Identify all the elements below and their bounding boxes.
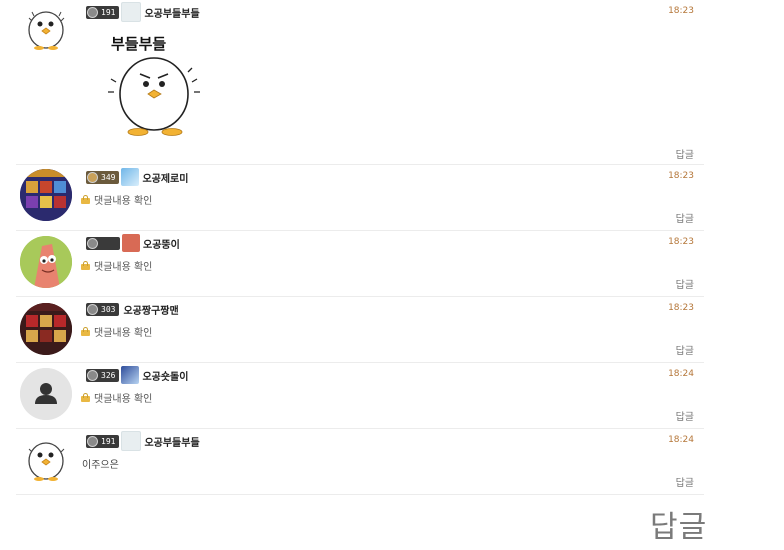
comment-meta: 191 오공부들부들: [86, 2, 200, 22]
user-icon: [121, 2, 142, 22]
nickname[interactable]: 오공부들부들: [144, 5, 199, 20]
locked-content[interactable]: 댓글내용 확인: [81, 324, 152, 339]
level-coin-icon: [87, 6, 98, 18]
comment-time: 18:23: [668, 6, 694, 16]
comment-item: 오공뚱이 18:23 댓글내용 확인 답글: [16, 231, 704, 297]
level-badge: 303: [86, 302, 120, 316]
comment-meta: 349 오공제로미: [86, 168, 188, 186]
comment-meta: 303 오공짱구짱맨: [86, 301, 179, 317]
level-badge: [86, 236, 120, 250]
user-icon: [121, 431, 142, 451]
comment-item: 191 오공부들부들 18:24 이주으은 답글: [16, 429, 704, 495]
level-number: 191: [101, 7, 116, 17]
avatar[interactable]: [20, 169, 72, 221]
avatar[interactable]: [20, 368, 72, 420]
user-icon: [121, 168, 140, 186]
zoomed-reply-button[interactable]: 답글: [650, 502, 707, 546]
level-badge: 191: [86, 5, 120, 19]
lock-icon: [81, 393, 90, 402]
level-coin-icon: [87, 369, 98, 381]
level-number: 303: [101, 304, 116, 314]
reply-button[interactable]: 답글: [676, 342, 694, 357]
reply-button[interactable]: 답글: [676, 210, 694, 225]
locked-content[interactable]: 댓글내용 확인: [81, 258, 152, 273]
nickname[interactable]: 오공제로미: [142, 170, 188, 185]
comment-item: 303 오공짱구짱맨 18:23 댓글내용 확인 답글: [16, 297, 704, 363]
level-coin-icon: [87, 303, 98, 315]
level-badge: 191: [86, 434, 120, 448]
duck-icon: [28, 11, 65, 50]
locked-content-text: 댓글내용 확인: [94, 394, 153, 405]
comment-item: 349 오공제로미 18:23 댓글내용 확인 답글: [16, 165, 704, 231]
comment-meta: 191 오공부들부들: [86, 431, 200, 451]
nickname[interactable]: 오공부들부들: [144, 434, 199, 449]
duck-icon: [28, 442, 65, 481]
lock-icon: [81, 195, 90, 204]
comment-list: 191 오공부들부들 18:23 부들부들 답글 349 오공제로미 18:23…: [16, 0, 704, 495]
reply-button[interactable]: 답글: [676, 474, 694, 489]
nickname[interactable]: 오공뚱이: [143, 236, 180, 251]
comment-time: 18:24: [668, 435, 694, 445]
reply-button[interactable]: 답글: [676, 146, 694, 161]
locked-content[interactable]: 댓글내용 확인: [81, 192, 152, 207]
comment-time: 18:23: [668, 237, 694, 247]
avatar[interactable]: [20, 303, 72, 355]
comment-meta: 326 오공숏돌이: [86, 366, 188, 384]
nickname[interactable]: 오공숏돌이: [142, 368, 188, 383]
locked-content[interactable]: 댓글내용 확인: [81, 390, 152, 405]
locked-content-text: 댓글내용 확인: [94, 262, 153, 273]
slot-game-icon: [20, 169, 72, 221]
level-coin-icon: [87, 237, 98, 249]
locked-content-text: 댓글내용 확인: [94, 196, 153, 207]
user-icon: [121, 366, 140, 384]
patrick-icon: [20, 236, 72, 288]
locked-content-text: 댓글내용 확인: [94, 328, 153, 339]
reply-button[interactable]: 답글: [676, 276, 694, 291]
lock-icon: [81, 327, 90, 336]
lock-icon: [81, 261, 90, 270]
comment-time: 18:23: [668, 303, 694, 313]
user-icon: [122, 234, 140, 252]
level-badge: 326: [86, 368, 120, 382]
level-coin-icon: [87, 171, 98, 183]
level-badge: 349: [86, 170, 120, 184]
avatar[interactable]: [20, 236, 72, 288]
comment-text: 이주으은: [82, 460, 119, 471]
comment-item: 191 오공부들부들 18:23 부들부들 답글: [16, 0, 704, 165]
slot-game-icon: [20, 303, 72, 355]
default-user-icon: [20, 368, 72, 420]
avatar[interactable]: [20, 3, 72, 55]
comment-time: 18:24: [668, 369, 694, 379]
avatar[interactable]: [20, 434, 72, 486]
nickname[interactable]: 오공짱구짱맨: [123, 302, 178, 317]
comment-time: 18:23: [668, 171, 694, 181]
sticker-image: [108, 57, 200, 136]
level-number: 191: [101, 436, 116, 446]
level-number: 326: [101, 370, 116, 380]
comment-item: 326 오공숏돌이 18:24 댓글내용 확인 답글: [16, 363, 704, 429]
level-coin-icon: [87, 435, 98, 447]
comment-meta: 오공뚱이: [86, 234, 180, 252]
level-number: 349: [101, 172, 116, 182]
reply-button[interactable]: 답글: [676, 408, 694, 423]
